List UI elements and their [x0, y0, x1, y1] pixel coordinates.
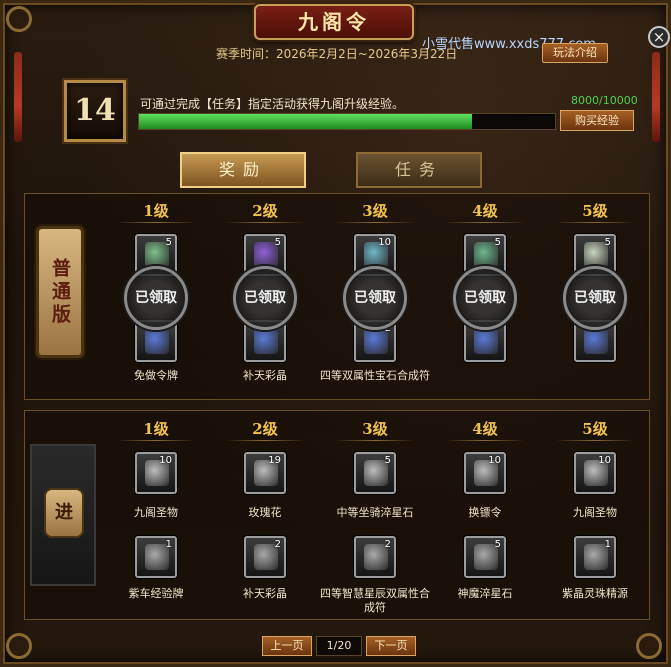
normal-level-label: 2级	[252, 202, 278, 220]
close-icon[interactable]: ×	[648, 26, 670, 48]
claimed-stamp: 已领取	[124, 266, 188, 330]
item-quantity: 2	[384, 539, 391, 550]
item-quantity: 5	[494, 539, 501, 550]
level-divider	[335, 222, 415, 223]
advanced-reward-name: 紫晶灵珠精源	[562, 587, 628, 600]
advanced-level-label: 2级	[252, 420, 278, 438]
item-icon	[474, 328, 498, 354]
frame-corner-ornament	[636, 633, 662, 659]
item-quantity: 5	[165, 237, 172, 248]
advanced-reward-name: 玫瑰花	[248, 506, 282, 519]
claimed-stamp: 已领取	[343, 266, 407, 330]
item-quantity: 1	[165, 539, 172, 550]
normal-level-label: 4级	[472, 202, 498, 220]
advanced-reward-slot-top[interactable]: 5	[354, 452, 396, 494]
level-divider	[335, 440, 415, 441]
advanced-reward-slot-top[interactable]: 10	[574, 452, 616, 494]
exp-progress-fill	[139, 114, 472, 129]
level-divider	[116, 222, 196, 223]
advanced-level-label: 3级	[362, 420, 388, 438]
normal-reward-name: 四等双属性宝石合成符	[320, 369, 430, 382]
advanced-reward-name: 九阁圣物	[573, 506, 617, 519]
item-icon	[145, 328, 169, 354]
level-divider	[555, 440, 635, 441]
level-divider	[225, 440, 305, 441]
prev-page-button[interactable]: 上一页	[262, 636, 312, 656]
exp-progress-bar	[138, 113, 556, 130]
item-quantity: 5	[494, 237, 501, 248]
item-quantity: 1	[604, 539, 611, 550]
frame-corner-ornament	[6, 6, 32, 32]
advanced-reward-slot-top[interactable]: 10	[135, 452, 177, 494]
normal-level-label: 1级	[143, 202, 169, 220]
tab-rewards[interactable]: 奖励	[180, 152, 306, 188]
level-divider	[225, 222, 305, 223]
item-quantity: 5	[604, 237, 611, 248]
advanced-track-badge: 进	[30, 444, 96, 586]
item-icon	[584, 328, 608, 354]
tassel-decoration	[14, 52, 22, 142]
advanced-reward-name: 神魔淬星石	[457, 587, 513, 600]
tassel-decoration	[652, 52, 660, 142]
level-divider	[555, 222, 635, 223]
claimed-stamp: 已领取	[453, 266, 517, 330]
current-level-badge: 14	[64, 80, 126, 142]
advanced-reward-name: 紫车经验牌	[128, 587, 184, 600]
level-divider	[445, 222, 525, 223]
advanced-level-label: 1级	[143, 420, 169, 438]
advanced-reward-slot-top[interactable]: 10	[464, 452, 506, 494]
advanced-level-label: 4级	[472, 420, 498, 438]
item-quantity: 10	[159, 455, 172, 466]
panel-title: 九阁令	[254, 4, 414, 40]
item-quantity: 19	[268, 455, 281, 466]
advanced-reward-slot-bottom[interactable]: 1	[135, 536, 177, 578]
advanced-reward-slot-bottom[interactable]: 1	[574, 536, 616, 578]
advanced-reward-name: 补天彩晶	[243, 587, 287, 600]
normal-track-badge: 普通版	[36, 226, 84, 358]
tab-tasks[interactable]: 任务	[356, 152, 482, 188]
normal-reward-name: 免做令牌	[134, 369, 178, 382]
advanced-reward-name: 九阁圣物	[134, 506, 178, 519]
normal-level-label: 5级	[582, 202, 608, 220]
advanced-level-label: 5级	[582, 420, 608, 438]
normal-reward-name: 补天彩晶	[243, 369, 287, 382]
rules-button[interactable]: 玩法介绍	[542, 43, 608, 63]
item-quantity: 10	[488, 455, 501, 466]
advanced-reward-slot-top[interactable]: 19	[244, 452, 286, 494]
page-indicator: 1/20	[316, 636, 362, 656]
advanced-reward-name: 中等坐骑淬星石	[336, 506, 414, 519]
normal-level-label: 3级	[362, 202, 388, 220]
level-divider	[116, 440, 196, 441]
item-quantity: 2	[274, 539, 281, 550]
item-quantity: 5	[384, 455, 391, 466]
frame-corner-ornament	[6, 633, 32, 659]
next-page-button[interactable]: 下一页	[366, 636, 416, 656]
advanced-reward-slot-bottom[interactable]: 2	[244, 536, 286, 578]
exp-progress-text: 8000/10000	[571, 94, 638, 107]
item-icon	[254, 328, 278, 354]
advanced-track-badge-label: 进	[44, 488, 84, 538]
advanced-reward-name: 换镖令	[468, 506, 502, 519]
buy-exp-button[interactable]: 购买经验	[560, 110, 634, 131]
item-quantity: 10	[378, 237, 391, 248]
claimed-stamp: 已领取	[233, 266, 297, 330]
level-divider	[445, 440, 525, 441]
advanced-reward-name: 四等智慧星辰双属性合成符	[320, 587, 430, 614]
item-quantity: 5	[274, 237, 281, 248]
exp-description: 可通过完成【任务】指定活动获得九阁升级经验。	[140, 97, 405, 111]
advanced-reward-slot-bottom[interactable]: 5	[464, 536, 506, 578]
claimed-stamp: 已领取	[563, 266, 627, 330]
item-quantity: 10	[598, 455, 611, 466]
advanced-reward-slot-bottom[interactable]: 2	[354, 536, 396, 578]
